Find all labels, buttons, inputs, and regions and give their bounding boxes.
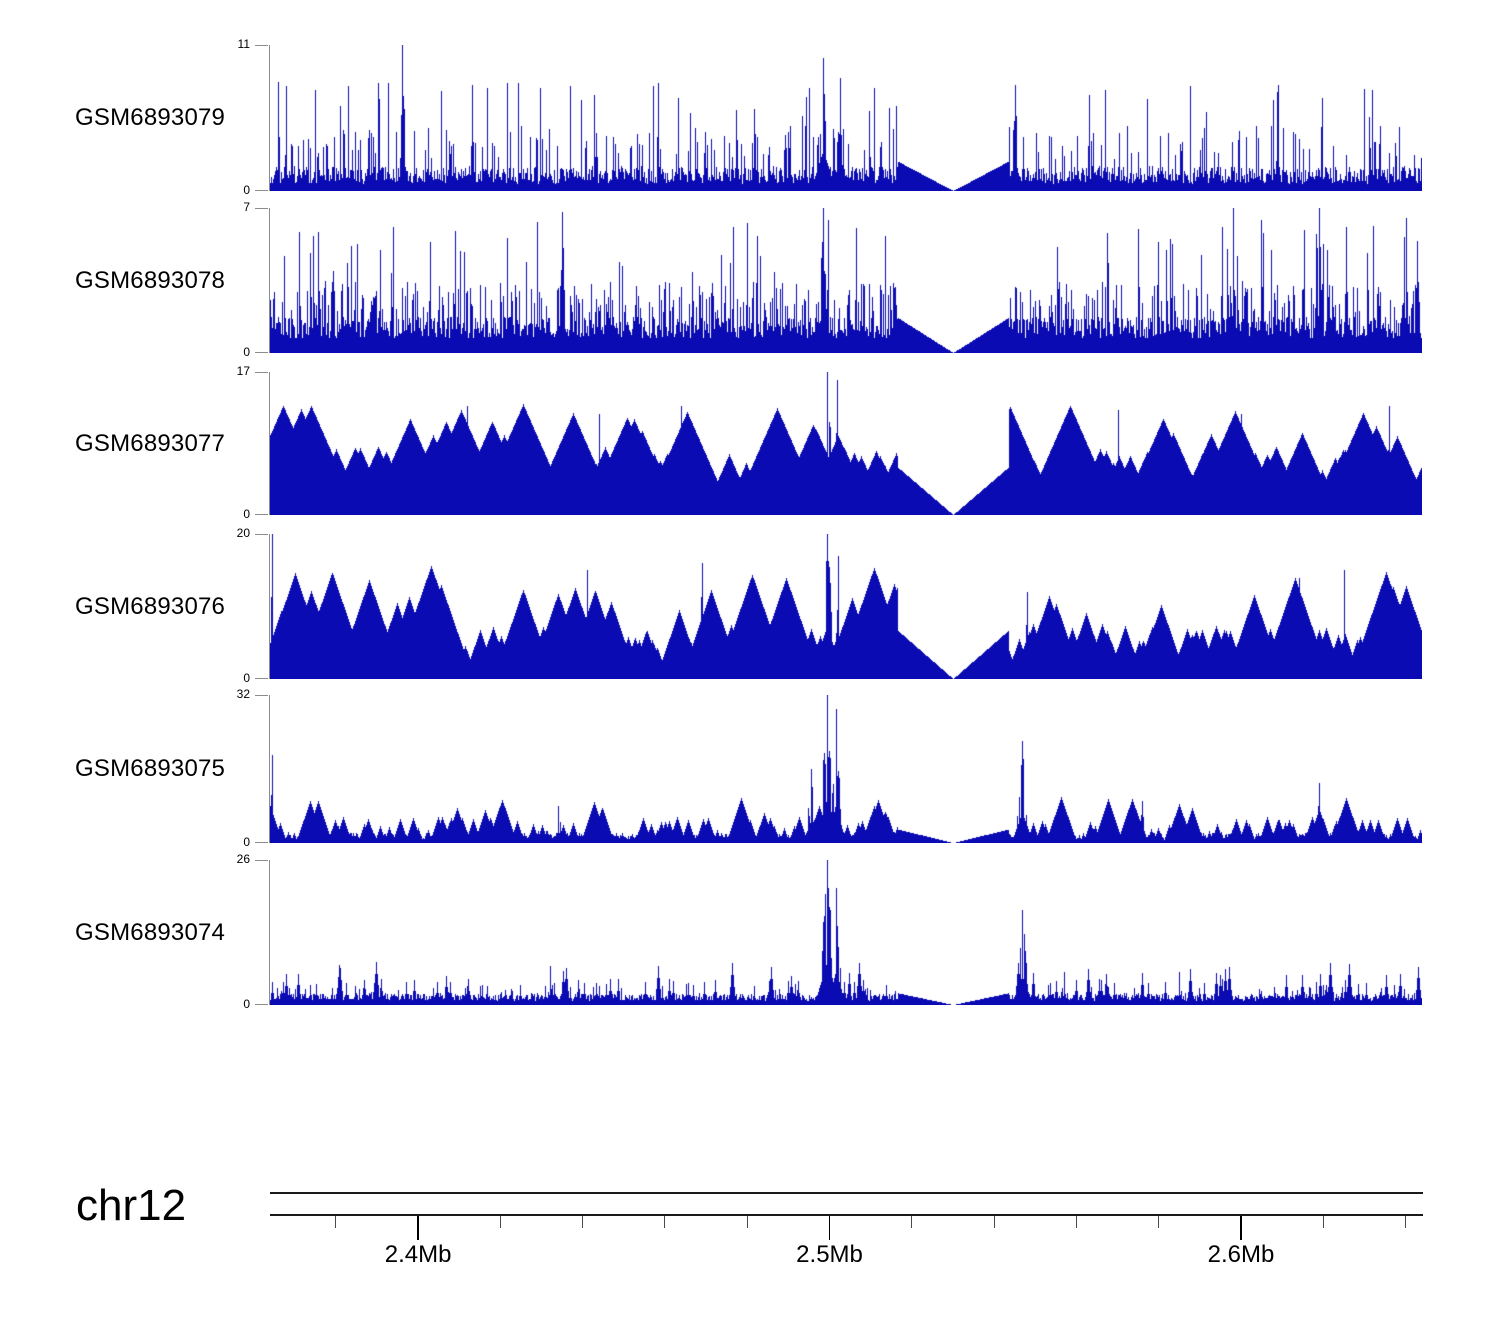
coverage-signal-canvas (270, 695, 1422, 843)
y-zero-label: 0 (243, 671, 250, 685)
ruler-major-tick (828, 1216, 831, 1240)
y-axis-bottom-tick (255, 842, 268, 843)
chromosome-label: chr12 (76, 1181, 187, 1230)
track-label: GSM6893074 (75, 918, 226, 946)
ruler-tick-label: 2.5Mb (796, 1241, 863, 1268)
y-max-label: 32 (236, 687, 250, 701)
ruler-major-tick (1240, 1216, 1242, 1240)
coverage-signal-canvas (270, 534, 1422, 679)
track-label: GSM6893076 (75, 592, 226, 620)
y-axis-top-tick (255, 45, 268, 46)
ruler-line-top (270, 1192, 1423, 1194)
ruler-minor-tick (911, 1216, 913, 1228)
y-axis-top-tick (255, 208, 268, 209)
ruler-tick-label: 2.4Mb (384, 1241, 452, 1268)
y-axis-top-tick (255, 695, 268, 696)
y-axis-bottom-tick (255, 514, 268, 515)
ruler-minor-tick (664, 1216, 666, 1228)
track-label: GSM6893077 (75, 429, 226, 457)
ruler-minor-tick (1322, 1216, 1324, 1228)
ruler-minor-tick (1158, 1216, 1160, 1228)
y-axis-top-tick (255, 860, 268, 861)
y-axis-top-tick (255, 372, 268, 373)
ruler-minor-tick (1075, 1216, 1077, 1228)
y-max-label: 17 (236, 364, 250, 378)
y-axis-bottom-tick (255, 1004, 268, 1005)
ruler-minor-tick (335, 1216, 337, 1228)
track-label: GSM6893078 (75, 266, 226, 294)
y-zero-label: 0 (243, 345, 250, 359)
y-max-label: 7 (243, 200, 250, 214)
y-max-label: 11 (237, 37, 250, 51)
y-axis-bottom-tick (255, 352, 268, 353)
coverage-signal-canvas (270, 45, 1422, 191)
y-zero-label: 0 (243, 997, 250, 1011)
y-axis-bottom-tick (255, 190, 268, 191)
y-zero-label: 0 (243, 507, 250, 521)
genome-coverage-plot: GSM6893079 11 0 GSM6893078 7 0 GSM6893077 17 0 GS… (0, 0, 1500, 1320)
ruler-minor-tick (499, 1216, 501, 1228)
coverage-signal-canvas (270, 372, 1422, 515)
ruler-minor-tick (993, 1216, 995, 1228)
ruler-minor-tick (582, 1216, 584, 1228)
ruler-tick-label: 2.6Mb (1207, 1241, 1275, 1268)
track-label: GSM6893075 (75, 755, 226, 782)
y-zero-label: 0 (243, 835, 250, 849)
y-max-label: 26 (236, 852, 250, 866)
y-zero-label: 0 (243, 183, 250, 197)
y-max-label: 20 (236, 526, 250, 540)
y-axis-bottom-tick (255, 678, 268, 679)
ruler-line-bottom (270, 1214, 1423, 1216)
track-label: GSM6893079 (75, 104, 226, 131)
ruler-minor-tick (1405, 1216, 1407, 1228)
y-axis-top-tick (255, 534, 268, 535)
ruler-major-tick (417, 1216, 419, 1240)
coverage-signal-canvas (270, 860, 1422, 1005)
ruler-minor-tick (746, 1216, 748, 1228)
coverage-signal-canvas (270, 208, 1422, 353)
